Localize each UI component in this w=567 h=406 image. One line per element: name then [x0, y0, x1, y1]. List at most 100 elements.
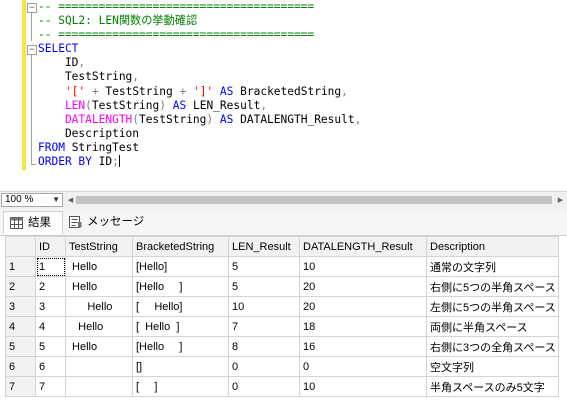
column-header[interactable]: LEN_Result [228, 236, 300, 257]
table-cell[interactable]: 10 [299, 376, 427, 397]
table-cell[interactable]: 左側に5つの半角スペース [426, 296, 559, 317]
table-cell[interactable]: [ ] [132, 376, 229, 397]
code-token: SELECT [38, 42, 79, 56]
table-cell[interactable]: 0 [228, 356, 300, 377]
table-row[interactable]: 11 Hello [Hello] 5 10 通常の文字列 [5, 256, 559, 277]
column-header[interactable]: TestString [65, 236, 133, 257]
row-number[interactable]: 7 [5, 376, 36, 397]
code-token: ']' [186, 84, 214, 98]
table-cell[interactable]: 2 [35, 276, 66, 297]
row-number[interactable]: 6 [5, 356, 36, 377]
code-token: + [91, 84, 99, 98]
code-token: -- =====================================… [38, 0, 315, 13]
code-token: ( [85, 98, 92, 112]
table-cell[interactable]: Hello [65, 316, 133, 337]
column-header[interactable]: ID [35, 236, 66, 257]
table-cell[interactable]: 5 [228, 256, 300, 277]
table-row[interactable]: 33 Hello[ Hello] 10 20 左側に5つの半角スペース [5, 296, 559, 317]
table-cell[interactable]: [Hello] [132, 256, 229, 277]
table-cell[interactable]: [Hello ] [132, 276, 229, 297]
table-cell[interactable]: 4 [35, 316, 66, 337]
tab-messages[interactable]: メッセージ [63, 211, 149, 234]
table-row[interactable]: 7 7 [ ] 0 10 半角スペースのみ5文字 [5, 376, 559, 397]
code-token: DATALENGTH_Result [240, 112, 355, 126]
horizontal-scrollbar[interactable]: ◀ ▶ [66, 194, 565, 206]
table-cell[interactable]: [ Hello] [132, 296, 229, 317]
table-cell[interactable]: [Hello ] [132, 336, 229, 357]
table-cell[interactable]: 3 [35, 296, 66, 317]
grid-header-row: ID TestString BracketedString LEN_Result DAT… [5, 236, 559, 257]
table-cell[interactable]: 両側に半角スペース [426, 316, 559, 337]
code-token: , [132, 70, 140, 84]
column-header[interactable]: BracketedString [132, 236, 229, 257]
table-cell[interactable]: [] [132, 356, 229, 377]
table-cell[interactable]: 5 [228, 276, 300, 297]
table-cell[interactable]: 6 [35, 356, 66, 377]
table-cell[interactable]: 7 [35, 376, 66, 397]
column-header[interactable]: Description [426, 236, 559, 257]
fold-guide-end [31, 164, 36, 165]
table-cell[interactable] [65, 356, 133, 377]
table-cell[interactable]: Hello [65, 276, 133, 297]
table-row[interactable]: 44 Hello[ Hello ] 7 18 両側に半角スペース [5, 316, 559, 337]
code-line: -- =====================================… [38, 0, 361, 14]
text-cursor [118, 155, 120, 168]
table-cell[interactable]: 通常の文字列 [426, 256, 559, 277]
row-number[interactable]: 1 [5, 256, 36, 277]
table-cell[interactable]: Hello [65, 336, 133, 357]
grid-corner[interactable] [5, 236, 36, 257]
zoom-select[interactable]: 100 % ▼ [1, 193, 63, 207]
table-cell[interactable]: 空文字列 [426, 356, 559, 377]
row-number[interactable]: 4 [5, 316, 36, 337]
row-number[interactable]: 5 [5, 336, 36, 357]
table-row[interactable]: 22 Hello [Hello ] 5 20 右側に5つの半角スペース [5, 276, 559, 297]
table-cell[interactable]: Hello [65, 296, 133, 317]
row-number[interactable]: 2 [5, 276, 36, 297]
table-cell[interactable]: 8 [228, 336, 300, 357]
table-cell[interactable]: 10 [228, 296, 300, 317]
table-cell[interactable]: 10 [299, 256, 427, 277]
code-token: Description [38, 126, 140, 140]
table-cell[interactable]: 20 [299, 296, 427, 317]
code-token: LEN [38, 98, 86, 112]
table-cell[interactable]: 0 [228, 376, 300, 397]
column-header[interactable]: DATALENGTH_Result [299, 236, 427, 257]
table-cell[interactable]: 18 [299, 316, 427, 337]
results-grid[interactable]: ID TestString BracketedString LEN_Result DAT… [5, 236, 559, 397]
code-line: -- =====================================… [38, 28, 361, 42]
code-line: TestString, [38, 70, 361, 84]
table-cell[interactable]: 20 [299, 276, 427, 297]
table-cell[interactable]: 7 [228, 316, 300, 337]
table-row[interactable]: 55 Hello [Hello ] 8 16 右側に3つの全角スペース [5, 336, 559, 357]
message-icon [69, 216, 82, 228]
code-token: , [78, 56, 86, 70]
sql-code[interactable]: -- =====================================… [38, 0, 361, 169]
code-token: -- SQL2: LEN関数の挙動確認 [38, 14, 198, 28]
collapse-comment-icon[interactable]: − [27, 3, 37, 13]
table-cell[interactable]: 右側に3つの全角スペース [426, 336, 559, 357]
table-cell[interactable]: 16 [299, 336, 427, 357]
tab-results[interactable]: 結果 [3, 211, 63, 234]
table-cell[interactable]: 右側に5つの半角スペース [426, 276, 559, 297]
query-editor[interactable]: − − -- =================================… [0, 0, 567, 191]
scroll-left-icon[interactable]: ◀ [66, 194, 75, 206]
table-cell[interactable]: 5 [35, 336, 66, 357]
fold-guide [31, 13, 32, 41]
table-cell[interactable]: Hello [65, 256, 133, 277]
table-row[interactable]: 6 6[] 0 0 空文字列 [5, 356, 559, 377]
changed-lines-marker [22, 0, 26, 170]
scroll-right-icon[interactable]: ▶ [556, 194, 565, 206]
table-cell[interactable]: 1 [35, 256, 66, 277]
row-number[interactable]: 3 [5, 296, 36, 317]
code-line: DATALENGTH(TestString) AS DATALENGTH_Res… [38, 113, 361, 127]
table-cell[interactable]: 0 [299, 356, 427, 377]
table-cell[interactable] [65, 376, 133, 397]
code-token: DATALENGTH [38, 112, 133, 126]
zoom-value: 100 % [5, 194, 34, 205]
code-token: ORDER BY [38, 155, 92, 169]
code-token: , [354, 112, 362, 126]
collapse-select-icon[interactable]: − [27, 45, 37, 55]
table-cell[interactable]: [ Hello ] [132, 316, 229, 337]
scrollbar-thumb[interactable] [76, 196, 552, 204]
table-cell[interactable]: 半角スペースのみ5文字 [426, 376, 559, 397]
